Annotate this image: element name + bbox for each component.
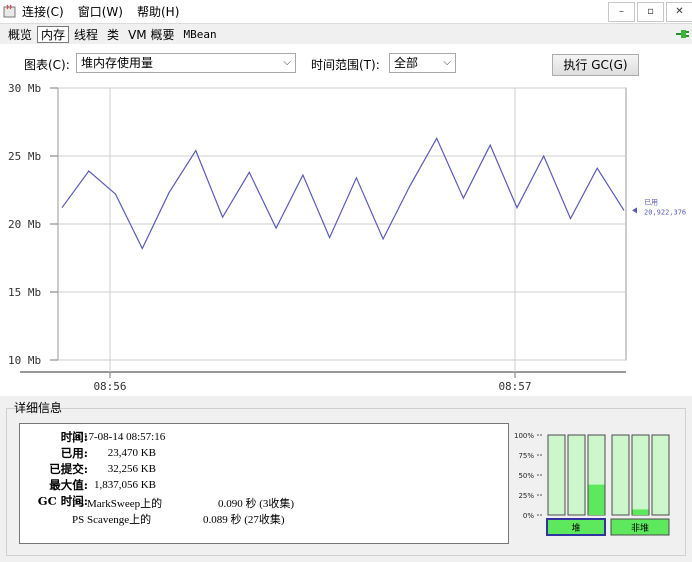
time-value: 2017-08-14 08:57:16 xyxy=(72,431,166,443)
y-tick-label: 10 Mb xyxy=(8,354,41,367)
range-select[interactable]: 全部 ⌵ xyxy=(389,53,456,73)
menu-connect[interactable]: 连接(C) xyxy=(22,3,64,20)
title-bar: 连接(C) 窗口(W) 帮助(H) – ▫ ✕ xyxy=(0,0,692,24)
y-tick-label: 30 Mb xyxy=(8,82,41,95)
gc-marksweep-time: 0.090 秒 (3收集) xyxy=(218,498,295,510)
heap-pool-2-bar-fill xyxy=(588,484,605,515)
pool-tick-label: 0% xyxy=(523,512,534,520)
range-select-value: 全部 xyxy=(394,56,419,70)
tab-bar: 概览 内存 线程 类 VM 概要 MBean xyxy=(4,26,222,44)
used-value: 23,470 KB xyxy=(107,447,156,459)
chevron-down-icon: ⌵ xyxy=(283,57,291,68)
tab-memory[interactable]: 内存 xyxy=(37,26,70,43)
y-tick-label: 15 Mb xyxy=(8,286,41,299)
details-title: 详细信息 xyxy=(14,401,63,415)
tab-mbeans[interactable]: MBean xyxy=(179,26,220,43)
memory-pools-chart: 100% 75% 50% 25% 0% 堆 非堆 xyxy=(514,432,670,536)
tab-vm-summary[interactable]: VM 概要 xyxy=(124,26,178,43)
gc-scavenge-name: PS Scavenge上的 xyxy=(72,514,152,526)
tab-classes[interactable]: 类 xyxy=(103,26,123,43)
x-tick-label: 08:57 xyxy=(498,380,531,393)
pool-tick-label: 50% xyxy=(518,472,534,480)
nonheap-pool-0-bar xyxy=(611,434,630,516)
committed-value: 32,256 KB xyxy=(107,463,156,475)
chart-grid xyxy=(20,87,627,373)
gc-marksweep-name: PS MarkSweep上的 xyxy=(72,498,163,510)
y-tick-label: 25 Mb xyxy=(8,150,41,163)
chart-select-label: 图表(C): xyxy=(24,58,70,72)
nonheap-pool-1-bar xyxy=(631,434,650,516)
pool-bars xyxy=(547,434,670,516)
x-tick-label: 08:56 xyxy=(93,380,126,393)
gc-scavenge-time: 0.089 秒 (27收集) xyxy=(203,514,285,526)
chevron-down-icon: ⌵ xyxy=(443,57,451,68)
chart-select-value: 堆内存使用量 xyxy=(81,56,154,70)
menu-window[interactable]: 窗口(W) xyxy=(78,3,123,20)
chart-select[interactable]: 堆内存使用量 ⌵ xyxy=(76,53,296,73)
connected-plug-icon xyxy=(676,30,689,38)
y-axis-ticks: 30 Mb 25 Mb 20 Mb 15 Mb 10 Mb xyxy=(8,82,58,367)
legend-marker xyxy=(632,207,637,214)
tab-threads[interactable]: 线程 xyxy=(70,26,102,43)
pool-tick-label: 75% xyxy=(518,452,534,460)
range-select-label: 时间范围(T): xyxy=(311,58,380,72)
nonheap-label: 非堆 xyxy=(631,522,649,534)
pool-percent-ticks: 100% 75% 50% 25% 0% xyxy=(514,432,543,520)
y-tick-label: 20 Mb xyxy=(8,218,41,231)
legend-last-value: 20,922,376 xyxy=(644,208,686,216)
heap-pool-1-bar xyxy=(567,434,586,516)
nonheap-pool-2-bar xyxy=(651,434,670,516)
heap-usage-chart: 30 Mb 25 Mb 20 Mb 15 Mb 10 Mb 08:56 08:57 已用 2… xyxy=(8,82,686,393)
legend-series-name: 已用 xyxy=(644,198,658,206)
menu-help[interactable]: 帮助(H) xyxy=(137,3,179,20)
nonheap-pool-1-bar-fill xyxy=(632,509,649,515)
minimize-button[interactable]: – xyxy=(608,2,635,22)
details-info-box: 时间: 2017-08-14 08:57:16 已用: 23,470 KB 已提… xyxy=(19,423,509,544)
perform-gc-button[interactable]: 执行 GC(G) xyxy=(552,54,639,76)
heap-pool-0-bar xyxy=(547,434,566,516)
x-axis-ticks: 08:56 08:57 xyxy=(93,372,532,393)
max-value: 1,837,056 KB xyxy=(93,479,156,491)
heap-label: 堆 xyxy=(571,523,580,534)
pool-tick-label: 25% xyxy=(518,492,534,500)
pool-tick-label: 100% xyxy=(514,432,534,440)
menu-bar: 连接(C) 窗口(W) 帮助(H) xyxy=(22,3,179,20)
restore-button[interactable]: ▫ xyxy=(637,2,664,22)
memory-panel: 图表(C): 堆内存使用量 ⌵ 时间范围(T): 全部 ⌵ 执行 GC(G) 3… xyxy=(0,44,692,396)
close-button[interactable]: ✕ xyxy=(666,2,692,22)
tab-overview[interactable]: 概览 xyxy=(4,26,36,43)
series-legend: 已用 20,922,376 xyxy=(632,198,686,216)
java-app-icon xyxy=(3,4,16,18)
